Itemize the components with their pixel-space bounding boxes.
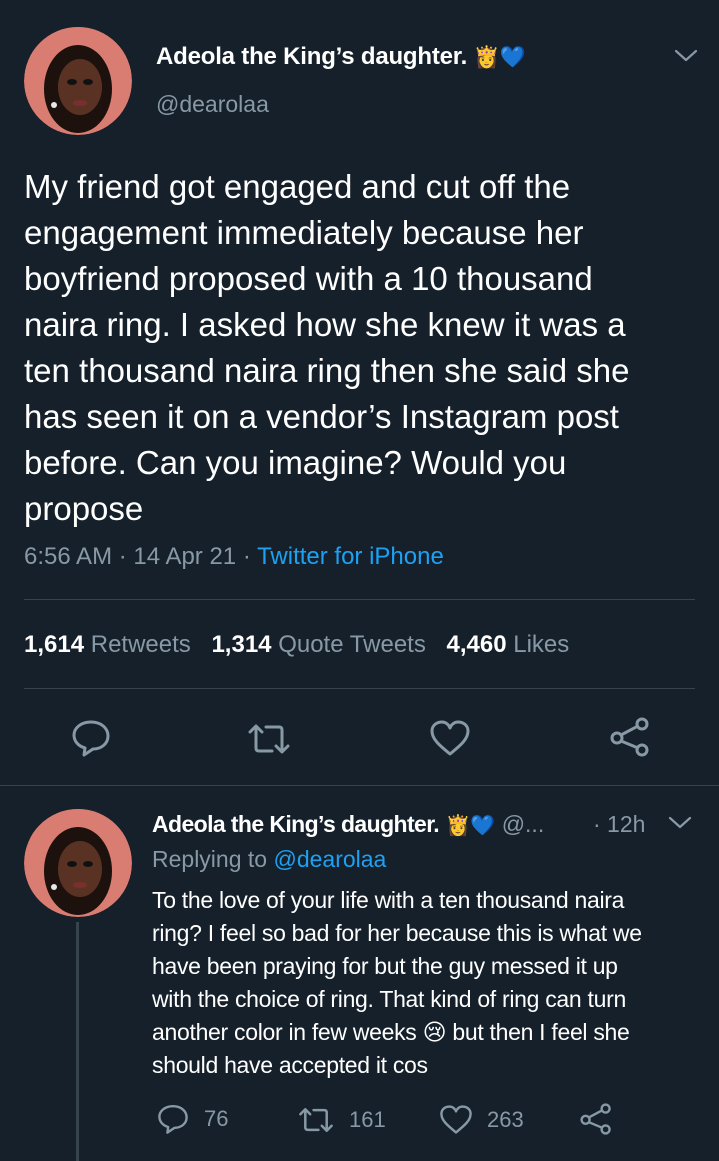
meta-separator: · bbox=[242, 543, 251, 570]
avatar[interactable] bbox=[24, 27, 132, 135]
reply-time[interactable]: · 12h bbox=[593, 811, 645, 838]
quotes-label: Quote Tweets bbox=[278, 631, 426, 658]
reply-text-line: should have accepted it cos bbox=[152, 1052, 428, 1078]
replying-to-label: Replying to bbox=[152, 846, 268, 872]
reply-icon bbox=[70, 718, 112, 758]
author-name[interactable]: Adeola the King’s daughter. 👸💙 bbox=[156, 43, 526, 71]
tweet-text-line: engagement immediately because her bbox=[24, 214, 584, 251]
reply-author-emoji: 👸💙 bbox=[445, 815, 496, 837]
reply-text-line: another color in few weeks 😢 but then I … bbox=[152, 1019, 630, 1045]
reply-text-line: with the choice of ring. That kind of ri… bbox=[152, 986, 626, 1012]
reply-share-button[interactable] bbox=[579, 1103, 613, 1135]
author-handle[interactable]: @dearolaa bbox=[156, 91, 269, 118]
divider bbox=[0, 785, 719, 786]
reply-header: Adeola the King’s daughter. 👸💙 @... bbox=[152, 811, 544, 838]
replying-to: Replying to @dearolaa bbox=[152, 846, 386, 873]
like-button[interactable] bbox=[429, 719, 471, 757]
reply-text-line: ring? I feel so bad for her because this… bbox=[152, 920, 642, 946]
tweet-text-line: naira ring. I asked how she knew it was … bbox=[24, 306, 626, 343]
tweet-text: My friend got engaged and cut off the en… bbox=[24, 164, 714, 532]
retweet-icon bbox=[246, 722, 292, 756]
thread-line bbox=[76, 922, 79, 1161]
reply-retweet-button[interactable]: 161 bbox=[297, 1106, 386, 1134]
quotes-stat[interactable]: 1,314 Quote Tweets bbox=[211, 631, 432, 658]
tweet-text-line: ten thousand naira ring then she said sh… bbox=[24, 352, 630, 389]
reply-button[interactable] bbox=[70, 718, 112, 758]
like-icon bbox=[439, 1104, 473, 1135]
retweet-count: 161 bbox=[349, 1107, 386, 1132]
reply-icon bbox=[156, 1103, 190, 1135]
chevron-down-icon[interactable] bbox=[667, 815, 693, 831]
tweet-time[interactable]: 6:56 AM bbox=[24, 543, 112, 570]
retweets-label: Retweets bbox=[90, 631, 191, 658]
share-icon bbox=[579, 1103, 613, 1135]
author-name-text: Adeola the King’s daughter. bbox=[156, 43, 468, 70]
retweets-count: 1,614 bbox=[24, 631, 85, 658]
divider bbox=[24, 688, 695, 689]
likes-stat[interactable]: 4,460 Likes bbox=[447, 631, 570, 658]
tweet-source[interactable]: Twitter for iPhone bbox=[257, 543, 444, 570]
tweet-text-line: boyfriend proposed with a 10 thousand bbox=[24, 260, 593, 297]
share-button[interactable] bbox=[609, 717, 651, 757]
meta-separator: · bbox=[118, 543, 127, 570]
likes-count: 4,460 bbox=[446, 631, 507, 658]
like-icon bbox=[429, 719, 471, 757]
reply-handle[interactable]: @... bbox=[502, 811, 545, 837]
tweet-text-line: propose bbox=[24, 490, 144, 527]
reply-text: To the love of your life with a ten thou… bbox=[152, 884, 712, 1082]
retweet-button[interactable] bbox=[246, 722, 292, 756]
tweet-text-line: My friend got engaged and cut off the bbox=[24, 168, 571, 205]
chevron-down-icon[interactable] bbox=[673, 48, 699, 64]
likes-label: Likes bbox=[513, 631, 570, 658]
reply-like-button[interactable]: 263 bbox=[439, 1104, 524, 1135]
reply-author-name[interactable]: Adeola the King’s daughter. bbox=[152, 811, 440, 837]
reply-reply-button[interactable]: 76 bbox=[156, 1103, 228, 1135]
replying-to-handle[interactable]: @dearolaa bbox=[273, 846, 386, 872]
author-emoji: 👸💙 bbox=[473, 46, 526, 69]
like-count: 263 bbox=[487, 1106, 524, 1132]
tweet-date[interactable]: 14 Apr 21 bbox=[133, 543, 236, 570]
divider bbox=[24, 599, 695, 600]
tweet-text-line: has seen it on a vendor’s Instagram post bbox=[24, 398, 619, 435]
tweet-stats: 1,614 Retweets 1,314 Quote Tweets 4,460 … bbox=[24, 631, 569, 659]
reply-text-line: have been praying for but the guy messed… bbox=[152, 953, 618, 979]
retweet-icon bbox=[297, 1106, 335, 1134]
quotes-count: 1,314 bbox=[211, 631, 272, 658]
reply-text-line: To the love of your life with a ten thou… bbox=[152, 887, 625, 913]
tweet-text-line: before. Can you imagine? Would you bbox=[24, 444, 567, 481]
retweets-stat[interactable]: 1,614 Retweets bbox=[24, 631, 197, 658]
reply-count: 76 bbox=[204, 1106, 229, 1131]
tweet-meta: 6:56 AM · 14 Apr 21 · Twitter for iPhone bbox=[24, 543, 444, 571]
reply-avatar[interactable] bbox=[24, 809, 132, 917]
share-icon bbox=[609, 717, 651, 757]
